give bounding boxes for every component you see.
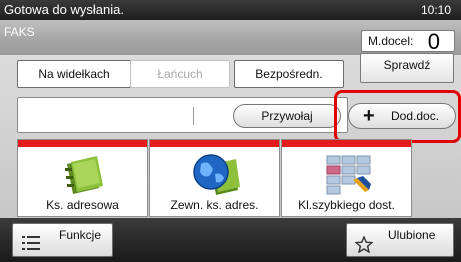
functions-label: Funkcje <box>59 228 102 242</box>
status-message: Gotowa do wysłania. <box>4 2 124 17</box>
destination-counter-label: M.docel: <box>368 34 414 48</box>
one-touch-key-icon <box>326 155 371 195</box>
field-divider <box>193 107 194 125</box>
destination-counter-value: 0 <box>427 29 440 54</box>
tile-stripe <box>18 140 147 147</box>
favorites-button[interactable]: Ulubione <box>346 223 454 257</box>
functions-button[interactable]: Funkcje <box>12 223 113 257</box>
status-bar: Gotowa do wysłania. 10:10 <box>0 0 461 20</box>
one-touch-key-tile[interactable]: Kl.szybkiego dost. <box>281 139 412 217</box>
screen-header: FAKS M.docel: 0 <box>0 20 461 55</box>
tile-stripe <box>282 140 411 147</box>
destination-counter: M.docel: 0 <box>361 29 455 54</box>
address-book-tile[interactable]: Ks. adresowa <box>17 139 148 217</box>
tile-stripe <box>150 140 279 147</box>
tile-label: Kl.szybkiego dost. <box>298 198 395 212</box>
chain-button[interactable]: Łańcuch <box>130 60 230 88</box>
plus-icon: + <box>363 105 375 127</box>
list-icon <box>22 236 40 250</box>
direct-button[interactable]: Bezpośredn. <box>234 60 344 88</box>
on-hook-button[interactable]: Na widełkach <box>17 60 131 88</box>
star-icon <box>355 236 373 253</box>
add-destination-label: Dod.doc. <box>391 109 440 123</box>
favorites-label: Ulubione <box>388 228 436 242</box>
clock: 10:10 <box>420 3 451 17</box>
external-address-book-tile[interactable]: Zewn. ks. adres. <box>149 139 280 217</box>
recall-button[interactable]: Przywołaj <box>233 104 341 128</box>
screen-title: FAKS <box>4 25 35 39</box>
external-address-book-icon <box>193 154 240 195</box>
check-button[interactable]: Sprawdź <box>360 53 454 83</box>
add-destination-button[interactable]: + Dod.doc. <box>348 103 456 129</box>
tile-label: Zewn. ks. adres. <box>170 198 259 212</box>
address-book-icon <box>65 156 103 194</box>
tile-label: Ks. adresowa <box>46 198 119 212</box>
